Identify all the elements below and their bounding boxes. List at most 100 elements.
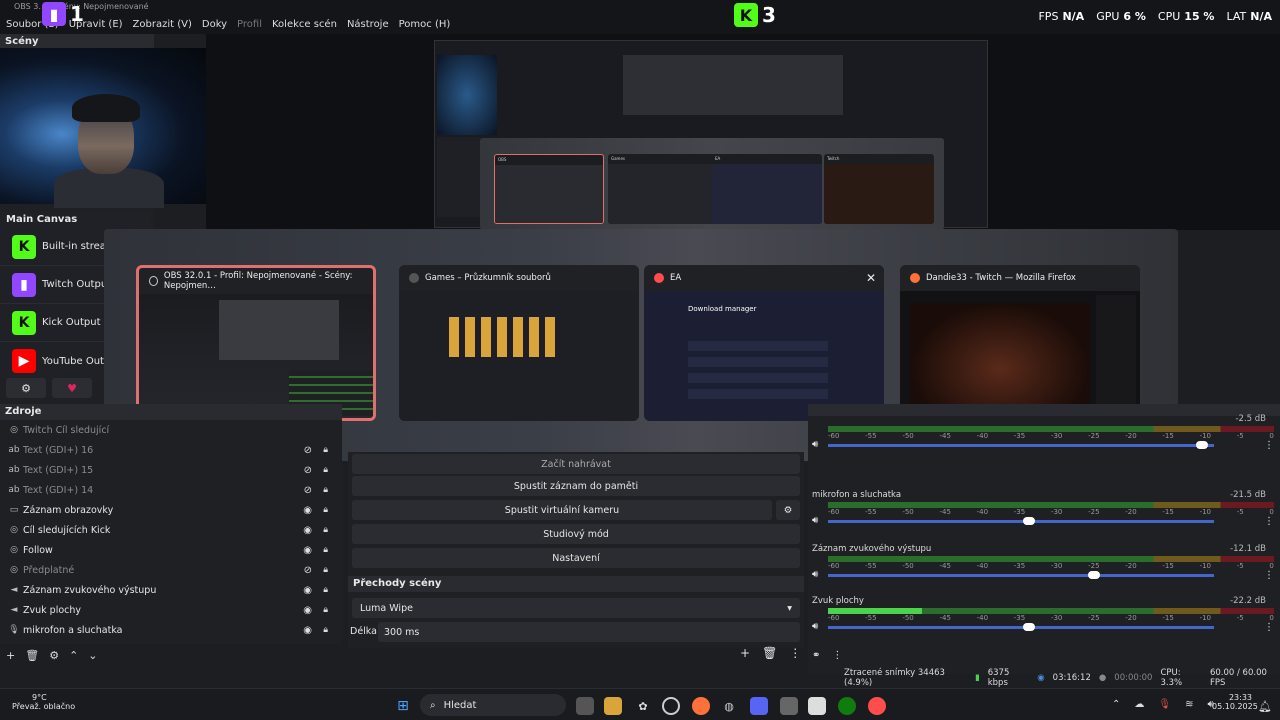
notification-icon[interactable]: 🔔︎ — [1256, 697, 1274, 715]
search-box[interactable]: ⌕ Hledat — [420, 694, 566, 716]
lock-icon[interactable]: 🔒︎ — [323, 445, 328, 455]
virtual-camera-button[interactable]: Spustit virtuální kameru — [352, 500, 772, 520]
db-tick: -5 — [1236, 562, 1244, 570]
lock-icon[interactable]: 🔒︎ — [323, 545, 328, 555]
obs-icon[interactable] — [662, 697, 680, 715]
eye-icon[interactable]: ◉ — [303, 585, 312, 596]
close-icon[interactable]: ✕ — [866, 271, 876, 285]
switcher-window-obs[interactable]: OBS 32.0.1 - Profil: Nepojmenované - Scé… — [136, 265, 376, 421]
firefox-icon[interactable] — [692, 697, 710, 715]
duration-input[interactable]: 300 ms — [378, 622, 800, 642]
source-item[interactable]: ab Text (GDI+) 15 ⊘ 🔒︎ — [0, 460, 342, 480]
source-item[interactable]: ab Text (GDI+) 16 ⊘ 🔒︎ — [0, 440, 342, 460]
source-item[interactable]: ◎ Cíl sledujících Kick ◉ 🔒︎ — [0, 520, 342, 540]
switcher-window-firefox[interactable]: Dandie33 - Twitch — Mozilla Firefox — [900, 265, 1140, 421]
switcher-window-ea[interactable]: EA ✕ Download manager — [644, 265, 884, 421]
more-icon[interactable]: ⋮ — [1264, 516, 1274, 527]
speaker-icon[interactable]: 🔊︎ — [812, 569, 818, 580]
source-item[interactable]: ab Text (GDI+) 14 ⊘ 🔒︎ — [0, 480, 342, 500]
speaker-icon[interactable]: 🔊︎ — [812, 515, 818, 526]
menu-tools[interactable]: Nástroje — [347, 19, 389, 30]
switcher-window-explorer[interactable]: Games – Průzkumník souborů — [399, 265, 639, 421]
more-icon[interactable]: ⋮ — [1264, 440, 1274, 451]
eye-hidden-icon[interactable]: ⊘ — [304, 485, 312, 496]
menu-docks[interactable]: Doky — [202, 19, 227, 30]
eye-hidden-icon[interactable]: ⊘ — [304, 565, 312, 576]
wifi-icon[interactable]: ≋ — [1185, 699, 1193, 710]
volume-knob[interactable] — [1088, 571, 1101, 579]
notepad-icon[interactable] — [808, 697, 826, 715]
lock-icon[interactable]: 🔒︎ — [323, 465, 328, 475]
heart-icon[interactable]: ♥ — [52, 378, 92, 398]
task-view-icon[interactable] — [576, 697, 594, 715]
gear-icon[interactable]: ⚙ — [49, 649, 59, 662]
more-icon[interactable]: ⋮ — [1264, 622, 1274, 633]
more-icon[interactable]: ⋮ — [832, 650, 842, 661]
trash-icon[interactable]: 🗑︎ — [762, 646, 777, 660]
lock-icon[interactable]: 🔒︎ — [323, 605, 328, 615]
eye-hidden-icon[interactable]: ⊘ — [304, 445, 312, 456]
speaker-icon[interactable]: 🔊︎ — [812, 439, 818, 450]
clock[interactable]: 23:33 05.10.2025 — [1212, 693, 1258, 711]
volume-knob[interactable] — [1022, 517, 1035, 525]
gear-icon[interactable]: ⚙ — [776, 500, 800, 520]
chevron-down-icon[interactable]: ⌄ — [88, 649, 97, 662]
eye-icon[interactable]: ◉ — [303, 605, 312, 616]
source-item[interactable]: ◄ Záznam zvukového výstupu ◉ 🔒︎ — [0, 580, 342, 600]
volume-slider[interactable] — [828, 517, 1214, 525]
speaker-icon[interactable]: 🔊︎ — [812, 621, 818, 632]
transition-select[interactable]: Luma Wipe ▾ — [352, 598, 800, 618]
more-icon[interactable]: ⋮ — [1264, 570, 1274, 581]
volume-knob[interactable] — [1196, 441, 1209, 449]
mic-icon[interactable]: 🎙︎ — [1158, 699, 1171, 710]
file-explorer-icon[interactable] — [604, 697, 622, 715]
eye-icon[interactable]: ◉ — [303, 545, 312, 556]
trash-icon[interactable]: 🗑︎ — [25, 649, 39, 662]
steam-icon[interactable]: ◍ — [720, 697, 738, 715]
weather-temp: 9°C — [32, 693, 47, 702]
source-item[interactable]: 🎙︎ mikrofon a sluchatka ◉ 🔒︎ — [0, 620, 342, 640]
menu-profile[interactable]: Profil — [237, 19, 262, 30]
weather-widget[interactable]: 9°C Převaž. oblačno — [12, 693, 75, 711]
discord-icon[interactable] — [750, 697, 768, 715]
source-item[interactable]: ◎ Twitch Cíl sledující — [0, 420, 342, 440]
lock-icon[interactable]: 🔒︎ — [323, 625, 328, 635]
source-item[interactable]: ◎ Follow ◉ 🔒︎ — [0, 540, 342, 560]
volume-slider[interactable] — [828, 571, 1214, 579]
lock-icon[interactable]: 🔒︎ — [323, 485, 328, 495]
link-icon[interactable]: ⚭ — [812, 650, 820, 661]
tray-chevron-icon[interactable]: ⌃ — [1112, 699, 1120, 710]
menu-view[interactable]: Zobrazit (V) — [133, 19, 192, 30]
lock-icon[interactable]: 🔒︎ — [323, 525, 328, 535]
lock-icon[interactable]: 🔒︎ — [323, 565, 328, 575]
volume-slider[interactable] — [828, 623, 1214, 631]
start-recording-button[interactable]: Začít nahrávat — [352, 454, 800, 474]
settings-button[interactable]: Nastavení — [352, 548, 800, 568]
replay-buffer-button[interactable]: Spustit záznam do paměti — [352, 476, 800, 496]
cloud-icon[interactable]: ☁ — [1134, 699, 1144, 710]
source-item[interactable]: ◎ Předplatné ⊘ 🔒︎ — [0, 560, 342, 580]
source-item[interactable]: ▭ Záznam obrazovky ◉ 🔒︎ — [0, 500, 342, 520]
gear-icon[interactable]: ⚙ — [6, 378, 46, 398]
chevron-up-icon[interactable]: ⌃ — [69, 649, 78, 662]
lock-icon[interactable]: 🔒︎ — [323, 585, 328, 595]
more-icon[interactable]: ⋮ — [789, 646, 801, 660]
volume-knob[interactable] — [1022, 623, 1035, 631]
ea-icon[interactable] — [868, 697, 886, 715]
menu-scene-collection[interactable]: Kolekce scén — [272, 19, 337, 30]
eye-icon[interactable]: ◉ — [303, 505, 312, 516]
xbox-icon[interactable] — [838, 697, 856, 715]
add-icon[interactable]: + — [740, 646, 750, 660]
source-item[interactable]: ◄ Zvuk plochy ◉ 🔒︎ — [0, 600, 342, 620]
eye-hidden-icon[interactable]: ⊘ — [304, 465, 312, 476]
chatgpt-icon[interactable]: ✿ — [634, 697, 652, 715]
lock-icon[interactable]: 🔒︎ — [323, 505, 328, 515]
volume-slider[interactable] — [828, 441, 1214, 449]
studio-mode-button[interactable]: Studiový mód — [352, 524, 800, 544]
add-icon[interactable]: + — [6, 649, 15, 662]
eye-icon[interactable]: ◉ — [303, 525, 312, 536]
eye-icon[interactable]: ◉ — [303, 625, 312, 636]
windows-start-icon[interactable]: ⊞ — [394, 697, 412, 715]
calculator-icon[interactable] — [780, 697, 798, 715]
menu-help[interactable]: Pomoc (H) — [399, 19, 451, 30]
